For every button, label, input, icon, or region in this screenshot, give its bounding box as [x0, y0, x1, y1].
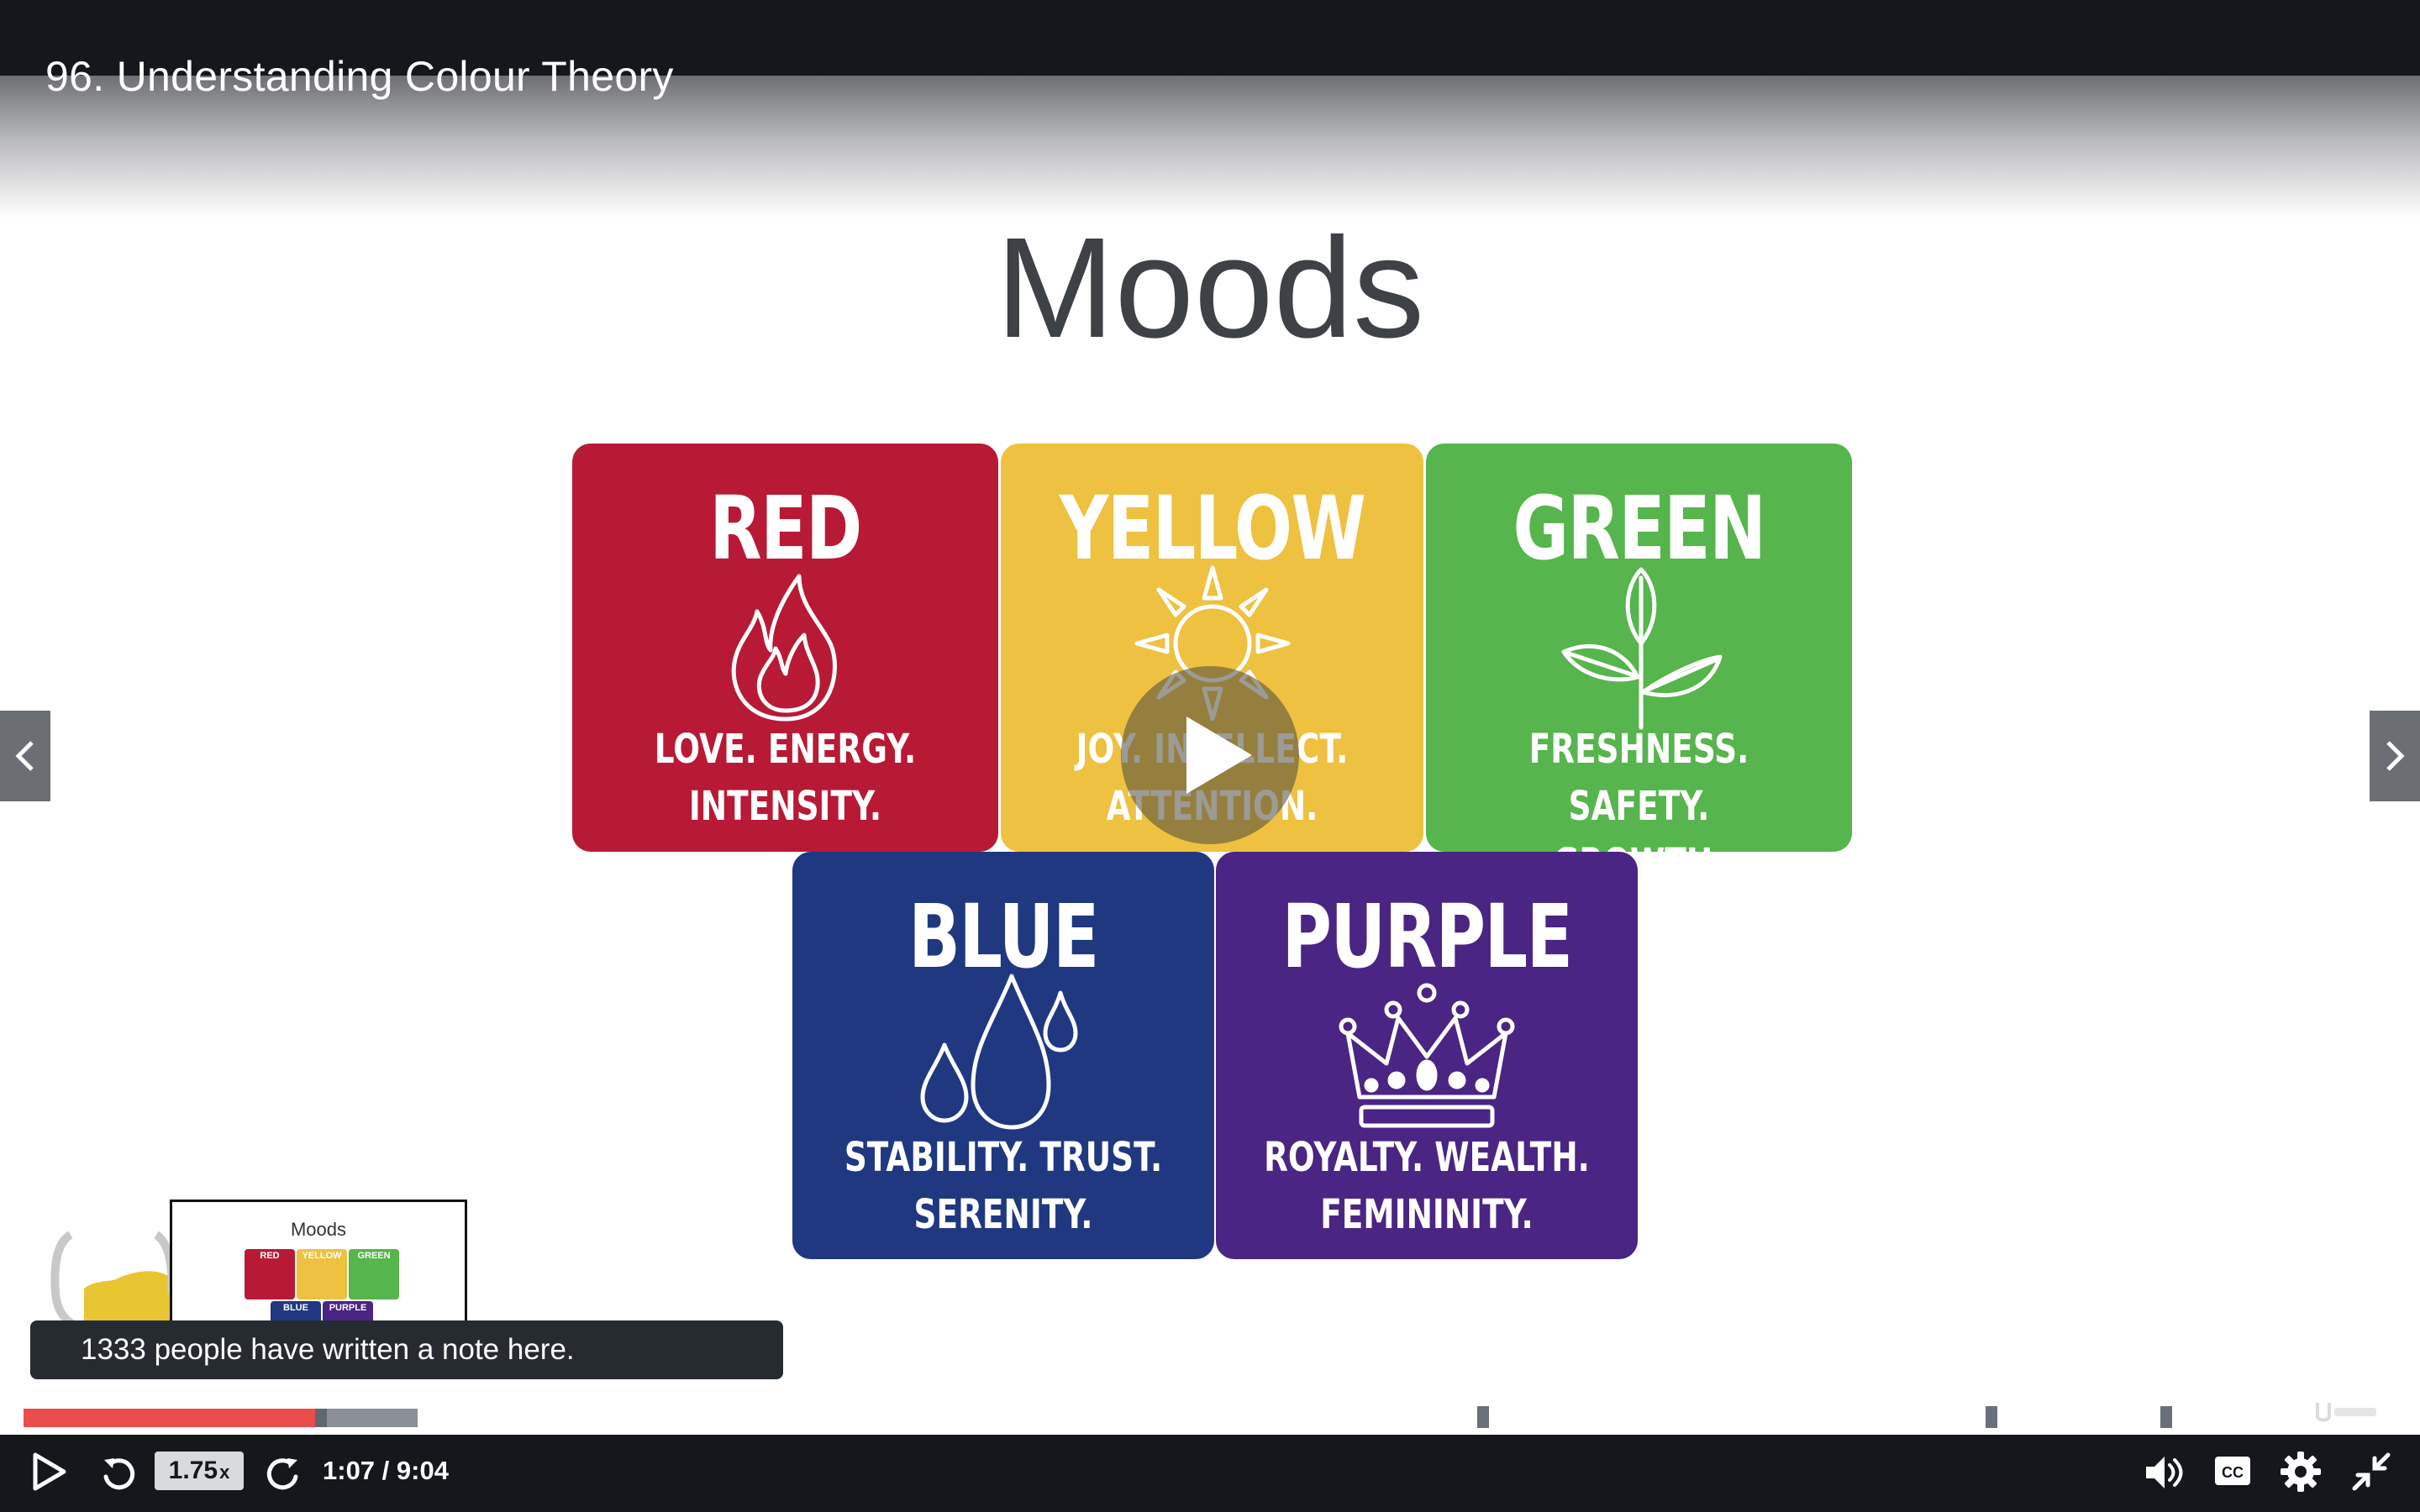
next-lecture-button[interactable]: [2370, 711, 2420, 801]
flame-icon: [731, 574, 837, 722]
slide-title: Moods: [995, 208, 1425, 368]
card-description: ROYALTY. WEALTH. FEMININITY.: [1264, 1134, 1590, 1238]
chevron-right-icon: [2386, 741, 2405, 771]
closed-captions-icon[interactable]: CC: [2213, 1453, 2252, 1488]
previous-lecture-button[interactable]: [0, 711, 50, 801]
card-description: STABILITY. TRUST. SERENITY.: [844, 1134, 1163, 1238]
exit-fullscreen-icon[interactable]: [2349, 1450, 2393, 1494]
volume-icon[interactable]: [2141, 1450, 2186, 1495]
play-icon: [1186, 717, 1252, 794]
progress-bar[interactable]: [24, 1409, 2396, 1427]
lecture-title: 96. Understanding Colour Theory: [45, 53, 674, 100]
playback-time: 1:07 / 9:04: [323, 1456, 449, 1485]
note-marker[interactable]: [1986, 1406, 1997, 1428]
card-blue: BLUE STABILITY. TRUST. SERENITY.: [792, 852, 1214, 1259]
card-description: LOVE. ENERGY. INTENSITY.: [654, 726, 917, 830]
playback-speed-button[interactable]: 1.75x: [155, 1452, 244, 1490]
play-icon[interactable]: [30, 1450, 69, 1494]
instructor-avatar: [50, 1231, 173, 1327]
udemy-watermark: [2312, 1394, 2380, 1426]
forward-icon[interactable]: [260, 1452, 304, 1495]
rewind-icon[interactable]: [97, 1452, 141, 1495]
settings-gear-icon[interactable]: [2279, 1450, 2323, 1494]
note-count-tooltip: 1333 people have written a note here.: [30, 1320, 783, 1379]
scrub-thumbnail-preview: Moods RED YELLOW GREEN BLUE PURPLE: [170, 1200, 467, 1331]
crown-icon: [1339, 983, 1515, 1128]
note-marker[interactable]: [2160, 1406, 2172, 1428]
card-red: RED LOVE. ENERGY. INTENSITY.: [572, 444, 998, 852]
chevron-left-icon: [15, 741, 34, 771]
progress-played: [24, 1409, 315, 1427]
card-purple: PURPLE ROYALTY. WEALTH. FEMININITY.: [1216, 852, 1638, 1259]
leaves-icon: [1561, 567, 1722, 730]
card-description: FRESHNESS. SAFETY. GROWTH.: [1528, 726, 1749, 852]
note-marker[interactable]: [1477, 1406, 1489, 1428]
svg-text:CC: CC: [2222, 1464, 2244, 1481]
center-play-button[interactable]: [1121, 666, 1299, 844]
mini-card-red: RED: [245, 1249, 295, 1299]
water-drops-icon: [920, 974, 1078, 1130]
progress-scrub-handle[interactable]: [315, 1409, 327, 1427]
mini-card-green: GREEN: [349, 1249, 399, 1299]
card-green: GREEN FRESHNESS. SAFETY. GROWTH.: [1426, 444, 1852, 852]
mini-card-yellow: YELLOW: [297, 1249, 347, 1299]
